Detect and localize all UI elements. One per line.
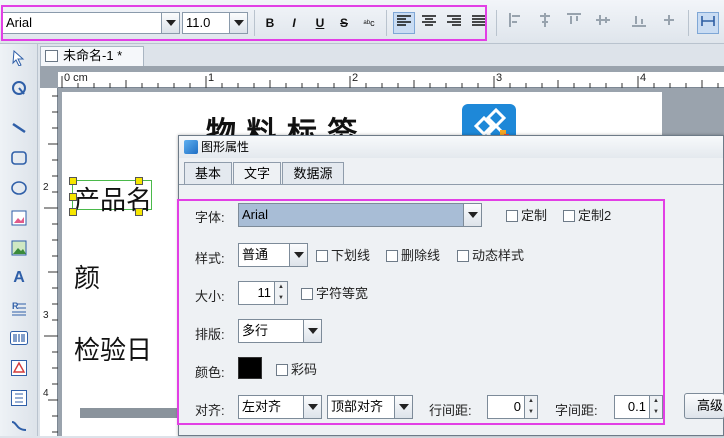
fit-width-button[interactable]: [697, 12, 719, 34]
ellipse-tool[interactable]: [7, 176, 31, 200]
tool-palette: A R: [0, 44, 38, 436]
resize-handle[interactable]: [135, 208, 143, 216]
distribute-icon: [664, 15, 674, 25]
tab-text[interactable]: 文字: [233, 162, 281, 185]
text-settings-highlight: [177, 199, 665, 425]
rounded-rect-icon: [11, 151, 27, 165]
align-objects-left-button[interactable]: [505, 12, 527, 34]
resize-handle[interactable]: [69, 177, 77, 185]
toolbar-separator: [688, 10, 689, 36]
dialog-title: 图形属性: [201, 140, 250, 154]
rotate-icon: [12, 81, 26, 95]
tab-datasource[interactable]: 数据源: [282, 162, 344, 184]
barcode-tool[interactable]: [7, 326, 31, 350]
pointer-tool[interactable]: [7, 46, 31, 70]
rounded-rect-tool[interactable]: [7, 146, 31, 170]
ruler-mark: 3: [496, 72, 503, 84]
ruler-mark: 2: [43, 182, 49, 193]
toolbar-separator: [496, 10, 497, 36]
align-objects-center-button[interactable]: [534, 12, 556, 34]
curve-icon: [11, 421, 27, 431]
ruler-origin-label: 0 cm: [64, 72, 88, 84]
resize-handle[interactable]: [135, 177, 143, 185]
pointer-icon: [12, 50, 25, 66]
image-frame-tool[interactable]: [7, 206, 31, 230]
ruler-mark: 1: [208, 72, 215, 84]
triangle-tool[interactable]: [7, 356, 31, 380]
align-objects-top-button[interactable]: [563, 12, 585, 34]
dialog-titlebar[interactable]: 图形属性: [179, 136, 723, 158]
resize-handle[interactable]: [69, 208, 77, 216]
align-objects-center-icon: [540, 13, 550, 27]
ruler-mark: 4: [640, 72, 647, 84]
label-date[interactable]: 检验日: [74, 330, 152, 367]
ruler-mark: 4: [43, 388, 49, 399]
document-icon: [45, 50, 58, 62]
ruler-mark: 3: [43, 310, 49, 321]
line-tool[interactable]: [7, 116, 31, 140]
align-objects-bottom-button[interactable]: [628, 12, 650, 34]
align-objects-top-icon: [567, 13, 581, 24]
align-objects-bottom-icon: [632, 16, 646, 27]
align-objects-middle-icon: [596, 15, 610, 25]
triangle-icon: [11, 360, 27, 376]
barcode-icon: [10, 331, 28, 345]
fit-width-icon: [701, 16, 715, 26]
line-icon: [12, 122, 26, 134]
tab-basic[interactable]: 基本: [184, 162, 232, 184]
picture-tool[interactable]: [7, 236, 31, 260]
distribute-button[interactable]: [658, 12, 680, 34]
text-tool[interactable]: A: [7, 266, 31, 290]
toolbar-highlight: [1, 5, 487, 41]
label-color[interactable]: 颜: [74, 258, 100, 295]
multiline-text-tool[interactable]: R: [7, 296, 31, 320]
document-tab-label: 未命名-1 *: [63, 48, 123, 63]
advanced-button[interactable]: 高级: [684, 393, 724, 419]
horizontal-ruler-ticks: [61, 76, 719, 88]
text-icon: A: [13, 269, 25, 286]
picture-icon: [11, 240, 27, 256]
tab-panel-border: [179, 184, 723, 185]
horizontal-scrollbar[interactable]: [80, 408, 180, 418]
align-objects-left-icon: [509, 13, 520, 27]
vertical-ruler: 2 3 4: [40, 88, 58, 436]
dialog-app-icon: [184, 140, 198, 154]
image-frame-icon: [11, 210, 27, 226]
ellipse-icon: [11, 181, 27, 195]
document-tab[interactable]: 未命名-1 *: [40, 46, 144, 66]
table-tool[interactable]: [7, 386, 31, 410]
horizontal-ruler: 0 cm 1 2 3 4: [58, 72, 724, 88]
vertical-ruler-ticks: [44, 95, 58, 433]
resize-handle[interactable]: [69, 193, 77, 201]
ruler-mark: 2: [352, 72, 359, 84]
align-objects-middle-button[interactable]: [592, 12, 614, 34]
svg-text:R: R: [12, 301, 19, 311]
table-icon: [11, 390, 27, 406]
multiline-text-icon: R: [12, 301, 26, 316]
curve-tool[interactable]: [7, 414, 31, 438]
rotate-tool[interactable]: [7, 76, 31, 100]
